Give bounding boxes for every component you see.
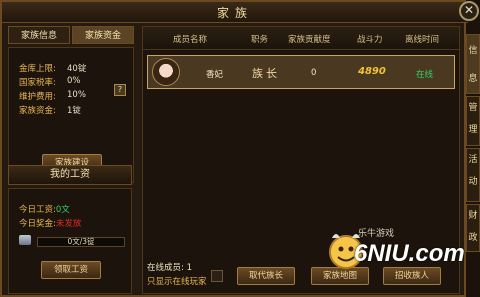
show-online-only-label: 只显示在线玩家: [147, 277, 207, 287]
side-tab-activity[interactable]: 活动: [466, 148, 480, 202]
info-label: 家族资金:: [19, 106, 56, 116]
member-status: 在线: [416, 70, 434, 80]
info-value: 10%: [67, 90, 86, 100]
help-button[interactable]: ?: [114, 84, 126, 96]
online-members-value: 1: [186, 263, 192, 273]
close-icon[interactable]: ✕: [459, 1, 479, 21]
family-info-box: 金库上限: 40锭 国家税率: 0% 维护费用: 10% 家族资金: 1锭 ? …: [8, 47, 134, 183]
info-label: 金库上限:: [19, 64, 56, 74]
wage-box: 今日工资:0文 今日奖金:未发放 0文/3锭 领取工资: [8, 188, 132, 294]
title-bar: 家族: [2, 2, 468, 23]
header-power: 战斗力: [357, 35, 383, 45]
info-row: 金库上限: 40锭: [19, 62, 86, 74]
today-wage-value: 0文: [55, 205, 70, 215]
online-members-label: 在线成员:: [147, 263, 184, 273]
window-title: 家族: [216, 6, 253, 20]
claim-wage-button[interactable]: 领取工资: [41, 261, 101, 279]
info-row: 家族资金: 1锭: [19, 104, 81, 116]
watermark-caption: 乐牛游戏: [358, 228, 395, 238]
info-value: 0%: [67, 76, 81, 86]
info-row: 国家税率: 0%: [19, 76, 81, 88]
side-tab-manage[interactable]: 管理: [466, 96, 480, 146]
member-row[interactable]: 香妃 族长 0 4890 在线: [147, 55, 455, 89]
header-contribution: 家族贡献度: [288, 35, 331, 45]
silver-coin-icon: [19, 235, 31, 245]
member-contribution: 0: [311, 68, 317, 78]
side-tab-strip: 信息 管理 活动 财政: [466, 24, 480, 297]
tab-family-info[interactable]: 家族信息: [8, 26, 70, 44]
online-members: 在线成员: 1: [147, 261, 192, 273]
side-tab-finance[interactable]: 财政: [466, 204, 480, 252]
info-label: 国家税率:: [19, 78, 56, 88]
today-bonus: 今日奖金:未发放: [19, 217, 81, 229]
header-offline-time: 离线时间: [405, 35, 440, 45]
member-role: 族长: [252, 67, 280, 80]
family-window: 家族 家族信息 家族资金 金库上限: 40锭 国家税率: 0% 维护费用: 10…: [0, 0, 468, 297]
6niu-watermark-logo: 乐牛游戏 6NIU.com: [320, 220, 465, 282]
wage-title: 我的工资: [8, 165, 132, 185]
replace-leader-button[interactable]: 取代族长: [237, 267, 295, 285]
watermark-text: 6NIU.com: [354, 240, 465, 267]
side-tab-info[interactable]: 信息: [466, 34, 480, 94]
member-table-header: 成员名称 职务 家族贡献度 战斗力 离线时间: [143, 27, 459, 50]
info-label: 维护费用:: [19, 92, 56, 102]
avatar: [152, 58, 180, 86]
wage-progress: 0文/3锭: [37, 237, 125, 247]
today-bonus-value: 未发放: [55, 219, 82, 229]
today-bonus-label: 今日奖金:: [19, 219, 56, 229]
header-role: 职务: [251, 35, 269, 45]
member-power: 4890: [358, 66, 386, 77]
today-wage: 今日工资:0文: [19, 203, 70, 215]
member-name: 香妃: [206, 70, 224, 80]
tab-family-funds[interactable]: 家族资金: [72, 26, 134, 44]
today-wage-label: 今日工资:: [19, 205, 56, 215]
info-value: 1锭: [67, 106, 81, 116]
info-row: 维护费用: 10%: [19, 90, 86, 102]
info-value: 40锭: [67, 64, 87, 74]
header-member-name: 成员名称: [173, 35, 208, 45]
show-online-only-checkbox[interactable]: [211, 270, 223, 282]
